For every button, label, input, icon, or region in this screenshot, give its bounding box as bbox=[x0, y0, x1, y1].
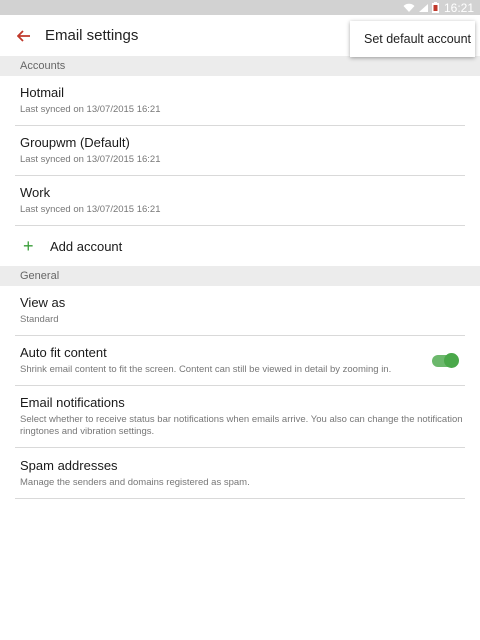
auto-fit-setting[interactable]: Auto fit content Shrink email content to… bbox=[15, 336, 465, 386]
notifications-title: Email notifications bbox=[20, 395, 125, 410]
view-as-title: View as bbox=[20, 295, 66, 310]
clock: 16:21 bbox=[443, 0, 474, 15]
wifi-icon bbox=[403, 3, 415, 13]
signal-icon bbox=[418, 3, 429, 13]
toggle-knob bbox=[444, 352, 459, 368]
account-item-groupwm[interactable]: Groupwm (Default) Last synced on 13/07/2… bbox=[15, 126, 465, 176]
back-button[interactable] bbox=[14, 26, 34, 46]
account-item-work[interactable]: Work Last synced on 13/07/2015 16:21 bbox=[15, 176, 465, 226]
set-default-account-menu-item[interactable]: Set default account bbox=[350, 21, 475, 57]
general-list: View as Standard Auto fit content Shrink… bbox=[0, 286, 480, 499]
status-bar: 16:21 bbox=[0, 0, 480, 15]
account-sync-status: Last synced on 13/07/2015 16:21 bbox=[20, 104, 161, 115]
auto-fit-toggle[interactable] bbox=[432, 352, 459, 368]
accounts-list: Hotmail Last synced on 13/07/2015 16:21 … bbox=[0, 76, 480, 266]
notifications-desc: Select whether to receive status bar not… bbox=[20, 414, 463, 437]
email-notifications-setting[interactable]: Email notifications Select whether to re… bbox=[15, 386, 465, 448]
plus-icon: + bbox=[23, 235, 34, 256]
account-name: Groupwm (Default) bbox=[20, 135, 130, 150]
auto-fit-desc: Shrink email content to fit the screen. … bbox=[20, 364, 392, 375]
account-sync-status: Last synced on 13/07/2015 16:21 bbox=[20, 204, 161, 215]
account-name: Work bbox=[20, 185, 51, 200]
view-as-setting[interactable]: View as Standard bbox=[15, 286, 465, 336]
add-account-button[interactable]: + Add account bbox=[15, 226, 465, 266]
auto-fit-title: Auto fit content bbox=[20, 345, 107, 360]
battery-icon bbox=[431, 2, 439, 13]
spam-addresses-setting[interactable]: Spam addresses Manage the senders and do… bbox=[15, 448, 465, 499]
view-as-value: Standard bbox=[20, 314, 59, 325]
account-item-hotmail[interactable]: Hotmail Last synced on 13/07/2015 16:21 bbox=[15, 76, 465, 126]
account-name: Hotmail bbox=[20, 85, 65, 100]
section-header-accounts: Accounts bbox=[0, 56, 480, 76]
add-account-label: Add account bbox=[50, 238, 123, 254]
arrow-left-icon bbox=[17, 29, 30, 42]
section-header-general: General bbox=[0, 266, 480, 286]
page-title: Email settings bbox=[45, 27, 139, 44]
account-sync-status: Last synced on 13/07/2015 16:21 bbox=[20, 154, 161, 165]
spam-desc: Manage the senders and domains registere… bbox=[20, 476, 250, 488]
spam-title: Spam addresses bbox=[20, 457, 118, 473]
